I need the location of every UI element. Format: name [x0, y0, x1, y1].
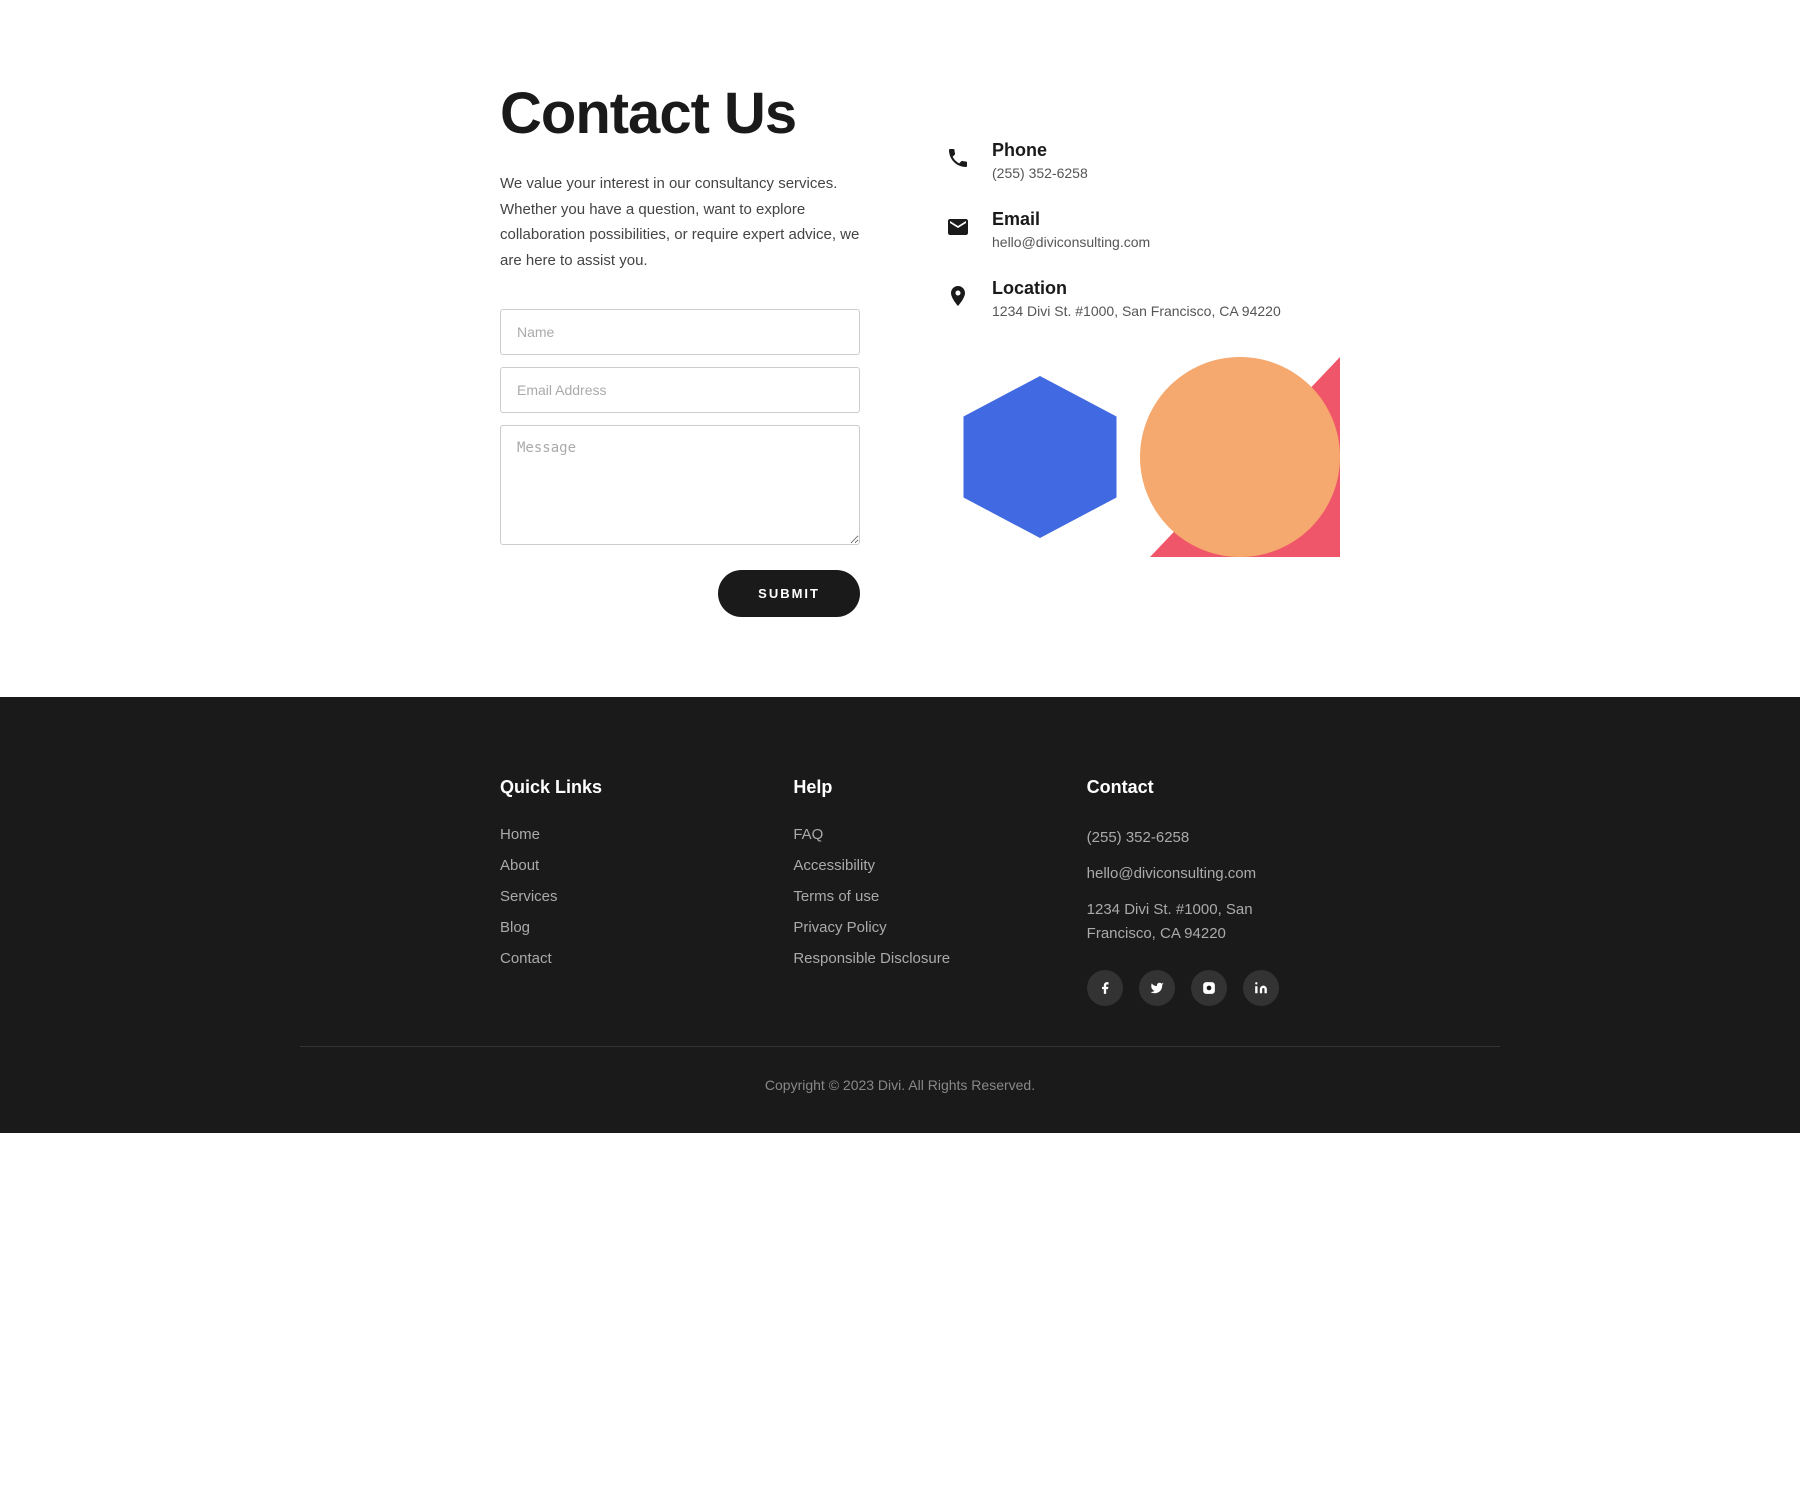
- location-info: Location 1234 Divi St. #1000, San Franci…: [992, 278, 1281, 319]
- name-field-wrapper: [500, 309, 860, 367]
- location-label: Location: [992, 278, 1281, 299]
- contact-heading: Contact: [1087, 777, 1300, 798]
- main-content: Contact Us We value your interest in our…: [300, 0, 1500, 697]
- circle-shape: [1140, 357, 1340, 557]
- footer-help-col: Help FAQ Accessibility Terms of use Priv…: [793, 777, 1006, 1006]
- right-column: Phone (255) 352-6258 Email hello@divicon…: [940, 80, 1300, 617]
- phone-label: Phone: [992, 140, 1088, 161]
- footer-link-disclosure[interactable]: Responsible Disclosure: [793, 950, 1006, 967]
- phone-value: (255) 352-6258: [992, 165, 1088, 181]
- footer-link-services[interactable]: Services: [500, 888, 713, 905]
- footer-link-terms[interactable]: Terms of use: [793, 888, 1006, 905]
- phone-contact-item: Phone (255) 352-6258: [940, 140, 1300, 181]
- phone-icon: [940, 140, 976, 176]
- footer-email: hello@diviconsulting.com: [1087, 862, 1300, 886]
- submit-wrapper: SUBMIT: [500, 562, 860, 617]
- quick-links-heading: Quick Links: [500, 777, 713, 798]
- footer-bottom: Copyright © 2023 Divi. All Rights Reserv…: [300, 1046, 1500, 1093]
- email-contact-item: Email hello@diviconsulting.com: [940, 209, 1300, 250]
- footer-link-about[interactable]: About: [500, 857, 713, 874]
- instagram-icon[interactable]: [1191, 970, 1227, 1006]
- location-value: 1234 Divi St. #1000, San Francisco, CA 9…: [992, 303, 1281, 319]
- footer-link-privacy[interactable]: Privacy Policy: [793, 919, 1006, 936]
- location-icon: [940, 278, 976, 314]
- email-value: hello@diviconsulting.com: [992, 234, 1150, 250]
- email-input[interactable]: [500, 367, 860, 413]
- help-heading: Help: [793, 777, 1006, 798]
- footer-link-home[interactable]: Home: [500, 826, 713, 843]
- email-icon: [940, 209, 976, 245]
- page-title: Contact Us: [500, 80, 860, 147]
- email-label: Email: [992, 209, 1150, 230]
- name-input[interactable]: [500, 309, 860, 355]
- hexagon-shape: [950, 367, 1130, 547]
- left-column: Contact Us We value your interest in our…: [500, 80, 860, 617]
- footer-link-faq[interactable]: FAQ: [793, 826, 1006, 843]
- decorative-shapes: [940, 347, 1300, 567]
- email-field-wrapper: [500, 367, 860, 425]
- footer-quick-links-col: Quick Links Home About Services Blog Con…: [500, 777, 713, 1006]
- copyright-text: Copyright © 2023 Divi. All Rights Reserv…: [500, 1077, 1300, 1093]
- page-subtitle: We value your interest in our consultanc…: [500, 171, 860, 273]
- twitter-icon[interactable]: [1139, 970, 1175, 1006]
- footer-contact-col: Contact (255) 352-6258 hello@diviconsult…: [1087, 777, 1300, 1006]
- footer-inner: Quick Links Home About Services Blog Con…: [300, 777, 1500, 1006]
- linkedin-icon[interactable]: [1243, 970, 1279, 1006]
- footer-link-accessibility[interactable]: Accessibility: [793, 857, 1006, 874]
- location-contact-item: Location 1234 Divi St. #1000, San Franci…: [940, 278, 1300, 319]
- message-field-wrapper: [500, 425, 860, 562]
- facebook-icon[interactable]: [1087, 970, 1123, 1006]
- footer-phone: (255) 352-6258: [1087, 826, 1300, 850]
- submit-button[interactable]: SUBMIT: [718, 570, 860, 617]
- footer-link-blog[interactable]: Blog: [500, 919, 713, 936]
- email-info: Email hello@diviconsulting.com: [992, 209, 1150, 250]
- footer: Quick Links Home About Services Blog Con…: [0, 697, 1800, 1133]
- footer-link-contact[interactable]: Contact: [500, 950, 713, 967]
- message-input[interactable]: [500, 425, 860, 545]
- phone-info: Phone (255) 352-6258: [992, 140, 1088, 181]
- footer-address: 1234 Divi St. #1000, San Francisco, CA 9…: [1087, 898, 1300, 946]
- social-icons-group: [1087, 970, 1300, 1006]
